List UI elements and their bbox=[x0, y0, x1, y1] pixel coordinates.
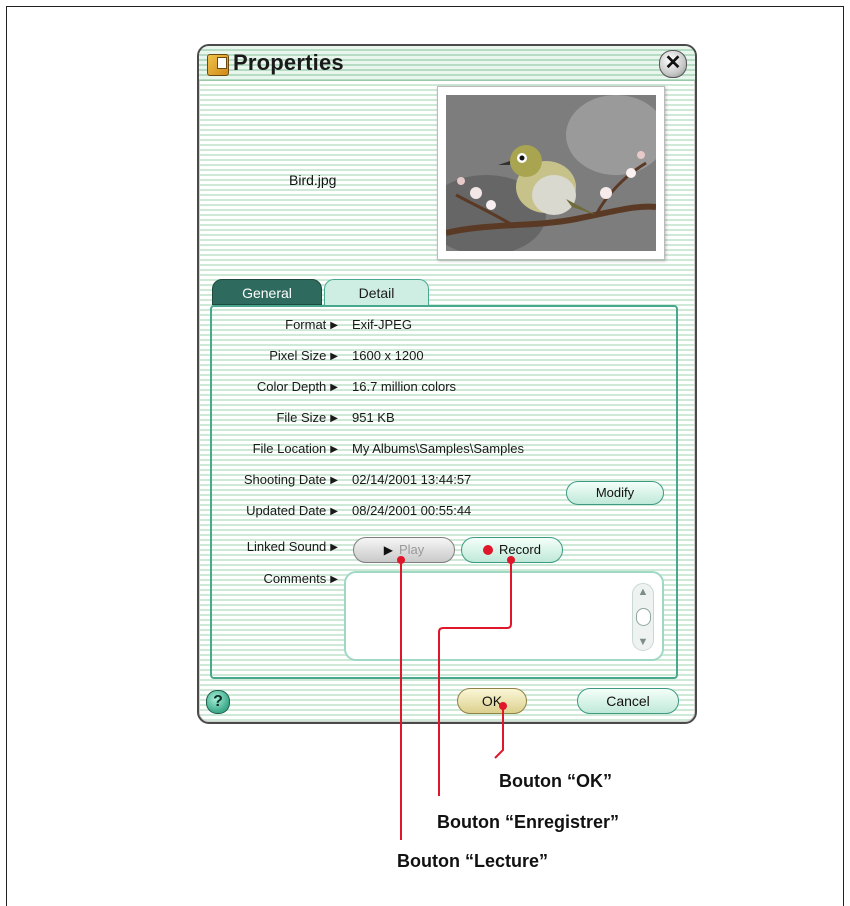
record-callout-line bbox=[438, 560, 512, 796]
record-callout-label: Bouton “Enregistrer” bbox=[437, 812, 620, 832]
ok-callout-line bbox=[494, 706, 504, 759]
play-callout-label: Bouton “Lecture” bbox=[397, 851, 548, 871]
callout-lines bbox=[397, 556, 515, 840]
ok-callout-label: Bouton “OK” bbox=[499, 771, 612, 791]
